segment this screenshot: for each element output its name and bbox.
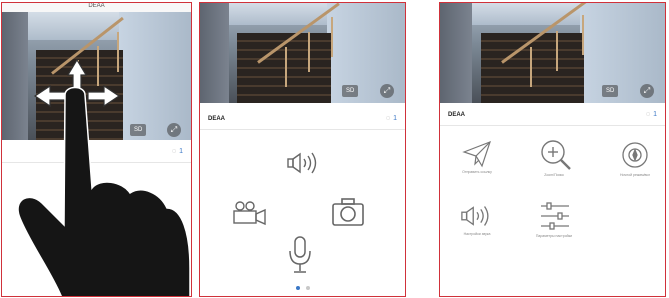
page-dot[interactable] bbox=[295, 286, 300, 290]
function-label: Параметры настройки bbox=[535, 234, 573, 238]
microphone-icon[interactable] bbox=[287, 235, 313, 275]
user-icon: ◌ bbox=[385, 115, 391, 122]
screen-live-controls: SD ⤢ DEAA ◌ 1 bbox=[199, 2, 406, 297]
camera-live-view[interactable]: SD ⤢ bbox=[440, 3, 665, 103]
camera-icon[interactable] bbox=[331, 197, 365, 227]
hand-swipe-gesture-icon bbox=[17, 58, 191, 296]
page-dot[interactable] bbox=[305, 286, 310, 290]
viewer-count: ◌ 1 bbox=[645, 111, 657, 118]
function-label: Настройки звука bbox=[463, 232, 491, 236]
fullscreen-icon[interactable]: ⤢ bbox=[640, 84, 654, 98]
device-bar: DEAA ◌ 1 bbox=[200, 110, 405, 130]
speaker-icon[interactable] bbox=[286, 151, 322, 175]
video-record-icon[interactable] bbox=[230, 200, 270, 226]
device-name: DEAA bbox=[208, 116, 226, 122]
sliders-icon[interactable] bbox=[539, 200, 571, 232]
device-name: DEAA bbox=[448, 112, 466, 118]
sd-quality-badge[interactable]: SD bbox=[342, 85, 359, 97]
speaker-icon[interactable] bbox=[460, 204, 494, 228]
function-label: Zoom/Поиск bbox=[544, 173, 564, 177]
sd-quality-badge[interactable]: SD bbox=[602, 85, 619, 97]
screen-function-menu: SD ⤢ DEAA ◌ 1 Отправить ссылку Zoom/Поиск… bbox=[439, 2, 666, 297]
send-icon[interactable] bbox=[462, 140, 492, 168]
user-icon: ◌ bbox=[645, 111, 651, 118]
camera-live-view[interactable]: SD ⤢ bbox=[200, 3, 405, 103]
pan-tilt-icon[interactable] bbox=[620, 140, 650, 170]
zoom-in-icon[interactable] bbox=[539, 139, 573, 171]
device-bar: DEAA ◌ 1 bbox=[440, 106, 665, 126]
viewer-count: ◌ 1 bbox=[385, 115, 397, 122]
function-label: Отправить ссылку bbox=[462, 170, 492, 174]
page-indicator[interactable] bbox=[295, 286, 310, 290]
screen-gesture-demo: DEAA SD ⤢ ◌ 1 bbox=[1, 2, 192, 297]
function-label: Ночной режим/вкл bbox=[619, 173, 651, 177]
fullscreen-icon[interactable]: ⤢ bbox=[380, 84, 394, 98]
